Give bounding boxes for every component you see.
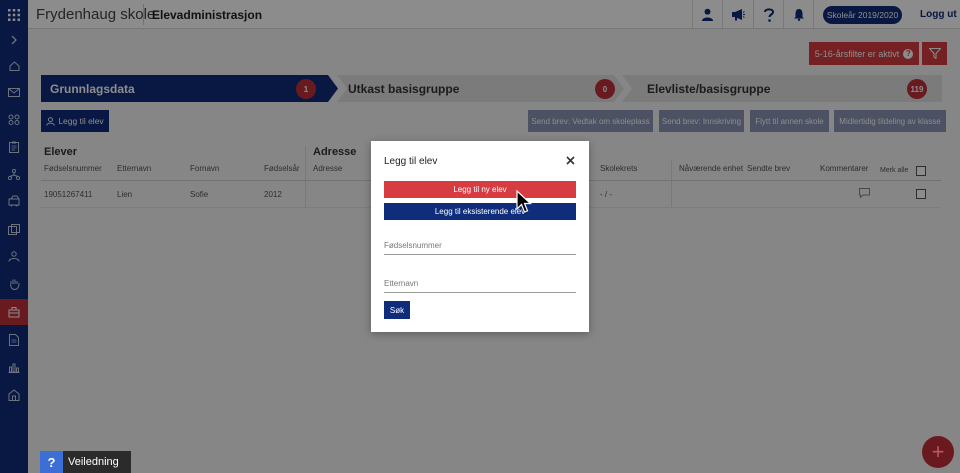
add-new-student-button[interactable]: Legg til ny elev (384, 181, 576, 198)
mouse-cursor-icon (516, 190, 532, 213)
add-fab-button[interactable]: + (922, 436, 954, 468)
help-icon: ? (40, 451, 63, 473)
guide-button[interactable]: ? Veiledning (40, 451, 131, 473)
birth-number-input[interactable]: Fødselsnummer (384, 241, 442, 250)
input-underline (384, 254, 576, 255)
add-student-dialog: Legg til elev Legg til ny elev Legg til … (371, 141, 589, 332)
close-button[interactable] (564, 154, 576, 166)
dialog-title: Legg til elev (384, 156, 438, 167)
last-name-input[interactable]: Etternavn (384, 279, 418, 288)
guide-label: Veiledning (63, 451, 131, 473)
input-underline (384, 292, 576, 293)
search-button[interactable]: Søk (384, 301, 410, 319)
close-icon (565, 155, 575, 165)
add-existing-student-button[interactable]: Legg til eksisterende elev (384, 203, 576, 220)
